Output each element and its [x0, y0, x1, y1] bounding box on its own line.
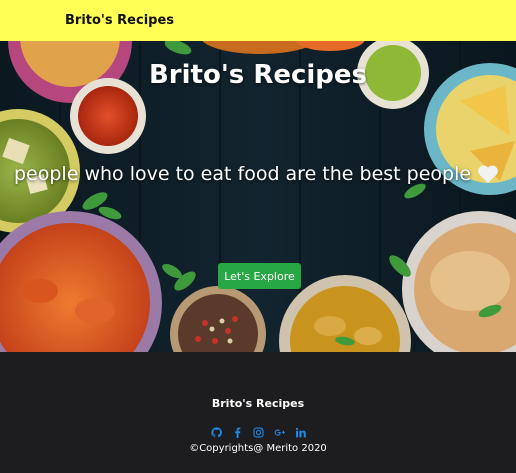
- footer-brand: Brito's Recipes: [211, 397, 305, 410]
- google-plus-icon: [274, 428, 285, 436]
- instagram-link[interactable]: [252, 426, 264, 438]
- github-link[interactable]: [210, 426, 222, 438]
- google-plus-link[interactable]: [273, 426, 285, 438]
- hero-banner: Brito's Recipes people who love to eat f…: [0, 41, 516, 352]
- hero-title: Brito's Recipes: [148, 60, 368, 90]
- explore-button[interactable]: Let's Explore: [218, 263, 301, 289]
- linkedin-link[interactable]: [294, 426, 306, 438]
- copyright-text: ©Copyrights@ Merito 2020: [189, 443, 327, 454]
- social-links: [0, 426, 516, 438]
- linkedin-icon: [295, 427, 306, 437]
- hero-tagline: people who love to eat food are the best…: [14, 163, 472, 185]
- footer: Brito's Recipes ©Copyrights@ Merito 2020: [0, 352, 516, 473]
- navbar: Brito's Recipes: [0, 0, 516, 41]
- hero-tagline-row: people who love to eat food are the best…: [14, 163, 499, 185]
- instagram-icon: [252, 426, 264, 438]
- facebook-icon: [234, 427, 240, 438]
- heart-icon: [478, 165, 498, 184]
- facebook-link[interactable]: [231, 426, 243, 438]
- navbar-brand[interactable]: Brito's Recipes: [65, 13, 174, 28]
- github-icon: [210, 426, 222, 437]
